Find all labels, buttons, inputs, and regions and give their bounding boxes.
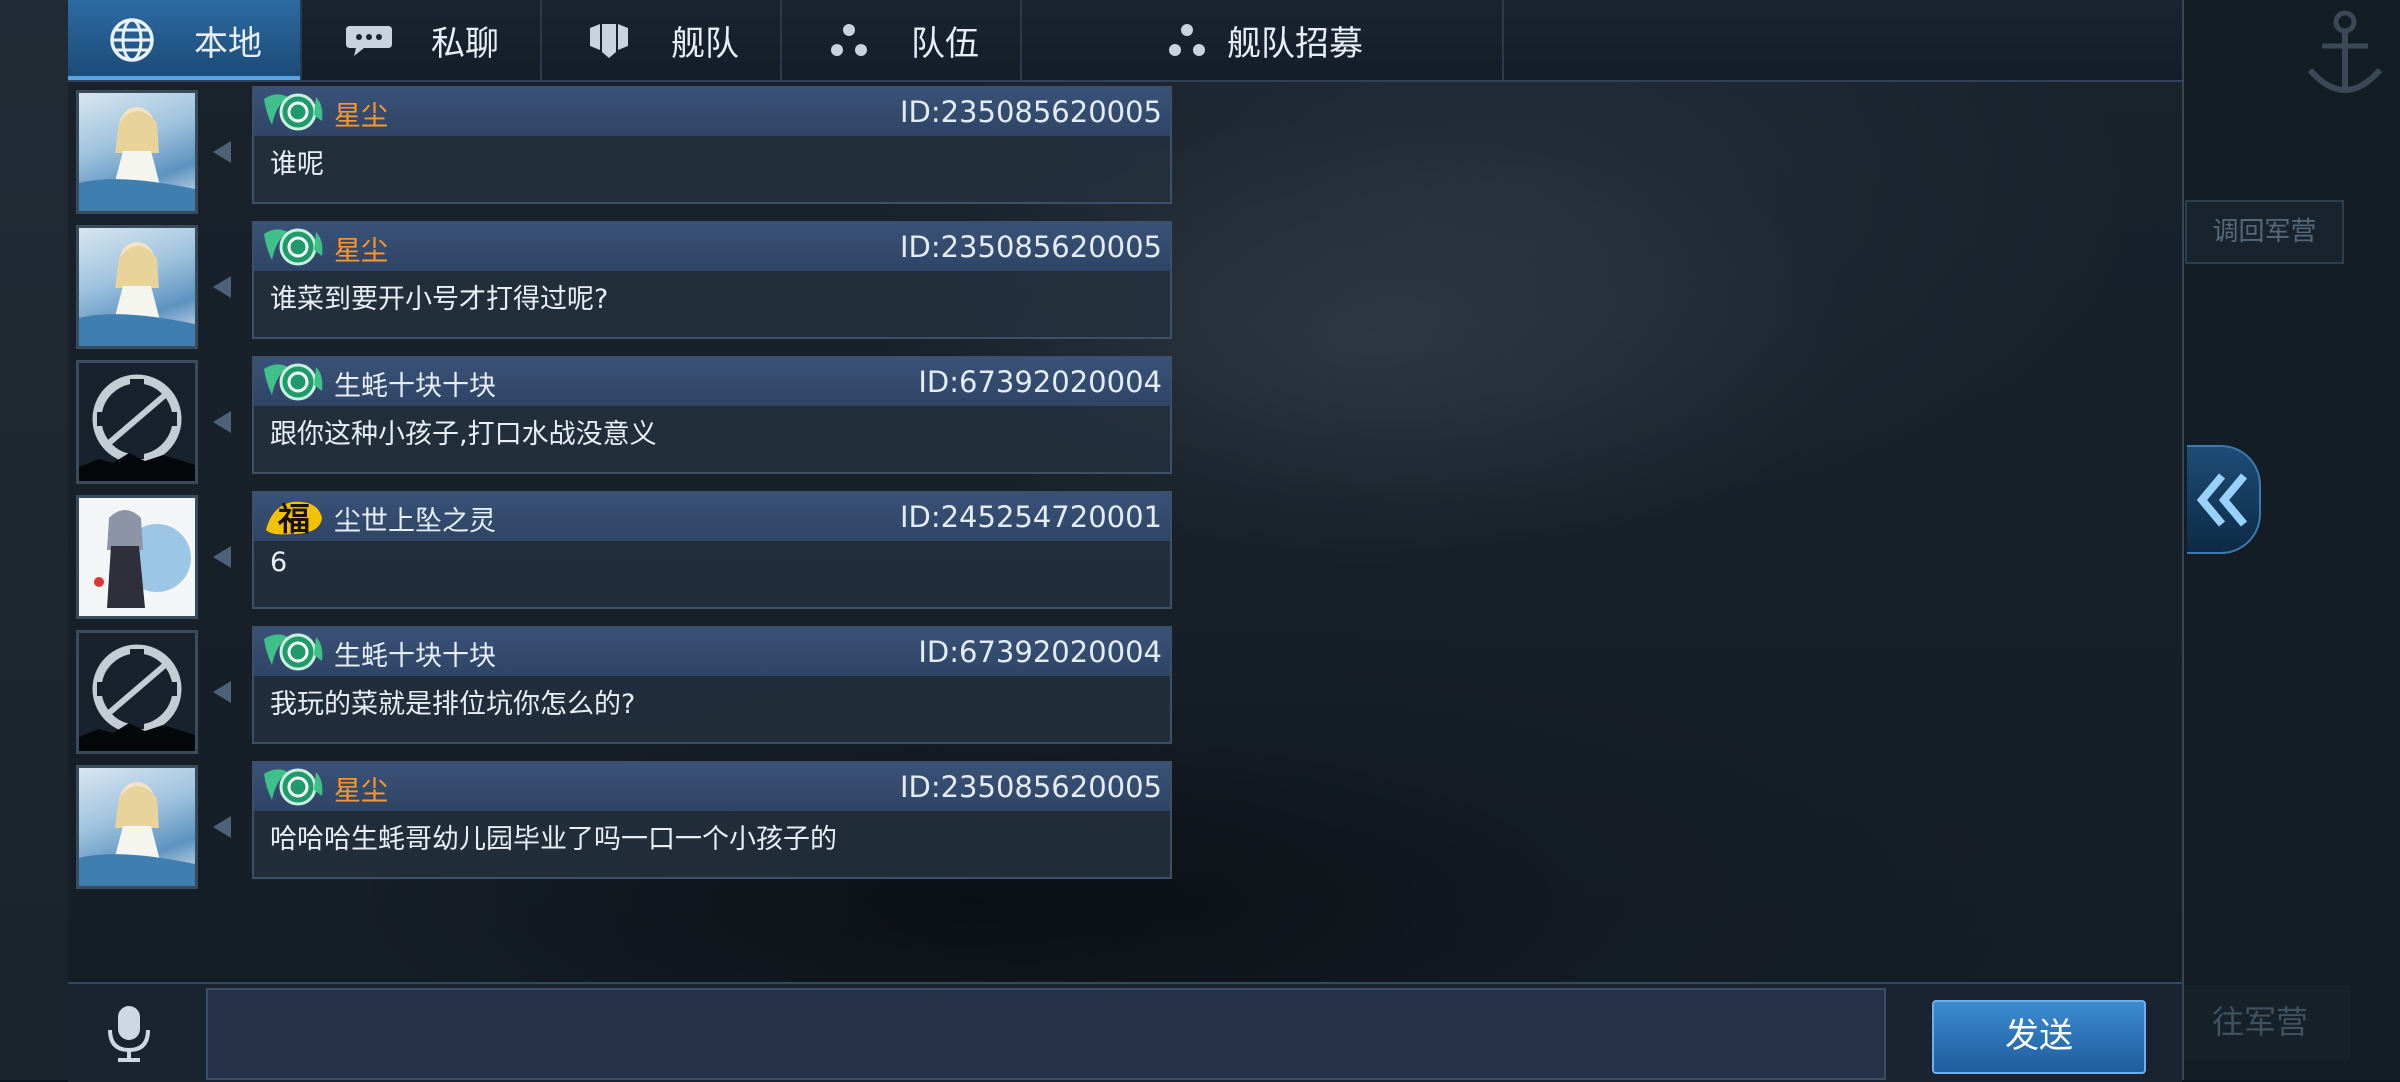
- chat-input-bar: 发送: [68, 982, 2182, 1082]
- message-header: 星尘 ID:235085620005: [254, 88, 1170, 136]
- message-bubble[interactable]: 福 尘世上坠之灵 ID:245254720001 6: [252, 491, 1172, 609]
- message-bubble[interactable]: 星尘 ID:235085620005 谁呢: [252, 86, 1172, 204]
- sender-id: ID:67392020004: [918, 365, 1162, 399]
- message-text: 跟你这种小孩子,打口水战没意义: [270, 419, 657, 450]
- green-rank-badge-icon: [264, 768, 323, 806]
- sender-name[interactable]: 星尘: [334, 229, 388, 268]
- bubble-pointer: [213, 816, 231, 838]
- sender-id: ID:67392020004: [918, 635, 1162, 669]
- message-bubble[interactable]: 生蚝十块十块 ID:67392020004 跟你这种小孩子,打口水战没意义: [252, 356, 1172, 474]
- tab-label: 舰队招募: [1227, 23, 1363, 64]
- voice-input-button[interactable]: [98, 1002, 160, 1064]
- sender-name[interactable]: 生蚝十块十块: [334, 364, 496, 403]
- tab-local[interactable]: 本地: [68, 0, 302, 80]
- message-header: 福 尘世上坠之灵 ID:245254720001: [254, 493, 1170, 541]
- green-rank-badge-icon: [264, 228, 323, 266]
- tab-fleet[interactable]: 舰队: [542, 0, 782, 80]
- tab-label: 队伍: [911, 23, 979, 64]
- send-button[interactable]: 发送: [1932, 1000, 2146, 1074]
- sender-id: ID:235085620005: [899, 770, 1162, 804]
- message-text: 哈哈哈生蚝哥幼儿园毕业了吗一口一个小孩子的: [270, 824, 837, 855]
- team-dots-icon: [823, 14, 875, 66]
- anime-girl-avatar[interactable]: [76, 225, 198, 349]
- fu-character: 福: [277, 500, 310, 538]
- message-text: 谁菜到要开小号才打得过呢?: [270, 284, 609, 315]
- chat-panel: 本地 私聊 舰队 队伍 舰队招募 星尘 ID:235085620005 谁呢 星…: [68, 0, 2184, 1082]
- sender-id: ID:245254720001: [899, 500, 1162, 534]
- chat-message: 星尘 ID:235085620005 谁呢: [76, 86, 1172, 214]
- message-header: 生蚝十块十块 ID:67392020004: [254, 628, 1170, 676]
- tab-team[interactable]: 队伍: [782, 0, 1022, 80]
- chat-message: 福 尘世上坠之灵 ID:245254720001 6: [76, 491, 1172, 619]
- tab-fleet-recruit[interactable]: 舰队招募: [1022, 0, 1504, 80]
- bubble-pointer: [213, 276, 231, 298]
- message-bubble[interactable]: 星尘 ID:235085620005 哈哈哈生蚝哥幼儿园毕业了吗一口一个小孩子的: [252, 761, 1172, 879]
- message-bubble[interactable]: 生蚝十块十块 ID:67392020004 我玩的菜就是排位坑你怎么的?: [252, 626, 1172, 744]
- anime-girl-avatar[interactable]: [76, 765, 198, 889]
- message-bubble[interactable]: 星尘 ID:235085620005 谁菜到要开小号才打得过呢?: [252, 221, 1172, 339]
- message-text: 我玩的菜就是排位坑你怎么的?: [270, 689, 636, 720]
- crosshair-emblem-avatar[interactable]: [76, 360, 198, 484]
- bubble-pointer: [213, 681, 231, 703]
- sender-name[interactable]: 星尘: [334, 94, 388, 133]
- character-portrait-avatar[interactable]: [76, 495, 198, 619]
- green-rank-badge-icon: [264, 363, 323, 401]
- tab-label: 本地: [194, 23, 262, 64]
- chat-tab-bar: 本地 私聊 舰队 队伍 舰队招募: [68, 0, 2182, 82]
- chat-message-input[interactable]: [206, 988, 1886, 1080]
- bubble-pointer: [213, 411, 231, 433]
- recall-barracks-button[interactable]: 调回军营: [2185, 200, 2344, 264]
- tab-label: 舰队: [671, 23, 739, 64]
- collapse-chat-button[interactable]: [2187, 445, 2261, 554]
- chat-message: 星尘 ID:235085620005 哈哈哈生蚝哥幼儿园毕业了吗一口一个小孩子的: [76, 761, 1172, 889]
- message-header: 生蚝十块十块 ID:67392020004: [254, 358, 1170, 406]
- recruit-dots-icon: [1161, 14, 1213, 66]
- globe-icon: [106, 14, 158, 66]
- chat-message: 生蚝十块十块 ID:67392020004 我玩的菜就是排位坑你怎么的?: [76, 626, 1172, 754]
- sender-name[interactable]: 生蚝十块十块: [334, 634, 496, 673]
- bubble-pointer: [213, 141, 231, 163]
- green-rank-badge-icon: [264, 633, 323, 671]
- tab-private-chat[interactable]: 私聊: [302, 0, 542, 80]
- crosshair-emblem-avatar[interactable]: [76, 630, 198, 754]
- chat-bubble-icon: [343, 14, 395, 66]
- sender-name[interactable]: 尘世上坠之灵: [334, 499, 496, 538]
- fu-badge-icon: 福: [262, 496, 326, 538]
- microphone-icon: [108, 1006, 150, 1062]
- goto-barracks-button[interactable]: 往军营: [2170, 985, 2350, 1060]
- chat-message: 生蚝十块十块 ID:67392020004 跟你这种小孩子,打口水战没意义: [76, 356, 1172, 484]
- sender-id: ID:235085620005: [899, 230, 1162, 264]
- tab-label: 私聊: [431, 23, 499, 64]
- message-header: 星尘 ID:235085620005: [254, 223, 1170, 271]
- message-header: 星尘 ID:235085620005: [254, 763, 1170, 811]
- sender-id: ID:235085620005: [899, 95, 1162, 129]
- green-rank-badge-icon: [264, 93, 323, 131]
- bubble-pointer: [213, 546, 231, 568]
- double-chevron-left-icon: [2196, 472, 2248, 527]
- message-text: 谁呢: [270, 149, 324, 180]
- anchor-icon: [2307, 10, 2383, 93]
- chat-message: 星尘 ID:235085620005 谁菜到要开小号才打得过呢?: [76, 221, 1172, 349]
- sender-name[interactable]: 星尘: [334, 769, 388, 808]
- message-text: 6: [270, 547, 288, 578]
- anime-girl-avatar[interactable]: [76, 90, 198, 214]
- fleet-shield-icon: [583, 14, 635, 66]
